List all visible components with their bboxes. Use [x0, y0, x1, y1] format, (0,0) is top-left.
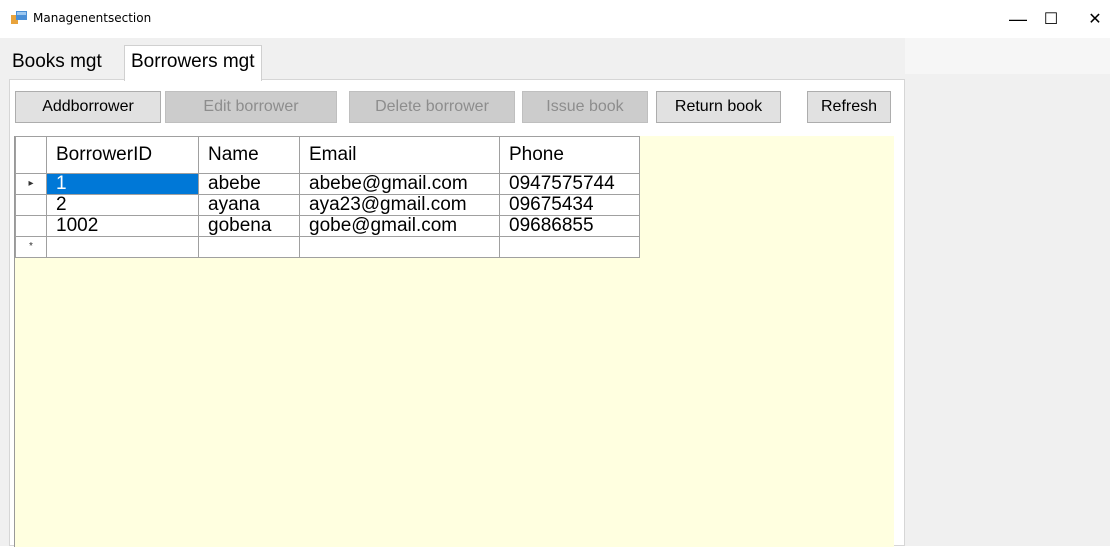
new-row[interactable]: * [15, 236, 640, 258]
new-cell-phone[interactable] [499, 236, 640, 258]
column-header-email[interactable]: Email [299, 136, 500, 174]
cell-phone[interactable]: 09686855 [499, 215, 640, 237]
delete-borrower-button[interactable]: Delete borrower [349, 91, 515, 123]
return-book-button[interactable]: Return book [656, 91, 781, 123]
column-header-phone[interactable]: Phone [499, 136, 640, 174]
borrowers-grid[interactable]: BorrowerID Name Email Phone ▸ 1 abebe ab… [14, 136, 894, 547]
tab-books-mgt[interactable]: Books mgt [8, 51, 106, 73]
borrowers-table: BorrowerID Name Email Phone ▸ 1 abebe ab… [15, 136, 640, 258]
cell-email[interactable]: aya23@gmail.com [299, 194, 500, 216]
new-cell-email[interactable] [299, 236, 500, 258]
row-header [15, 215, 47, 237]
cell-email[interactable]: gobe@gmail.com [299, 215, 500, 237]
right-panel-strip [905, 38, 1110, 74]
new-cell-name[interactable] [198, 236, 300, 258]
row-header-corner [15, 136, 47, 174]
title-bar: Managenentsection — ☐ ✕ [0, 0, 1110, 38]
cell-name[interactable]: gobena [198, 215, 300, 237]
cell-name[interactable]: ayana [198, 194, 300, 216]
tab-borrowers-mgt[interactable]: Borrowers mgt [124, 45, 262, 81]
client-area: Books mgt Borrowers mgt Addborrower Edit… [0, 38, 1110, 547]
new-row-asterisk-icon: * [15, 236, 47, 258]
borrowers-tab-page: Addborrower Edit borrower Delete borrowe… [9, 79, 905, 547]
add-borrower-button[interactable]: Addborrower [15, 91, 161, 123]
column-header-borrowerid[interactable]: BorrowerID [46, 136, 199, 174]
cell-phone[interactable]: 09675434 [499, 194, 640, 216]
issue-book-button[interactable]: Issue book [522, 91, 648, 123]
tab-strip: Books mgt Borrowers mgt [0, 38, 905, 81]
close-button[interactable]: ✕ [1072, 0, 1110, 38]
table-row[interactable]: 2 ayana aya23@gmail.com 09675434 [15, 194, 640, 216]
table-row[interactable]: ▸ 1 abebe abebe@gmail.com 0947575744 [15, 173, 640, 195]
column-header-name[interactable]: Name [198, 136, 300, 174]
maximize-button[interactable]: ☐ [1028, 0, 1074, 38]
current-row-indicator-icon: ▸ [15, 173, 47, 195]
refresh-button[interactable]: Refresh [807, 91, 891, 123]
new-cell-borrowerid[interactable] [46, 236, 199, 258]
cell-email[interactable]: abebe@gmail.com [299, 173, 500, 195]
cell-borrowerid[interactable]: 1 [46, 173, 199, 195]
header-row: BorrowerID Name Email Phone [15, 136, 640, 174]
right-empty-panel [905, 38, 1110, 546]
window-title: Managenentsection [33, 11, 152, 25]
table-row[interactable]: 1002 gobena gobe@gmail.com 09686855 [15, 215, 640, 237]
app-icon [11, 11, 27, 25]
row-header [15, 194, 47, 216]
cell-borrowerid[interactable]: 1002 [46, 215, 199, 237]
cell-phone[interactable]: 0947575744 [499, 173, 640, 195]
cell-borrowerid[interactable]: 2 [46, 194, 199, 216]
edit-borrower-button[interactable]: Edit borrower [165, 91, 337, 123]
cell-name[interactable]: abebe [198, 173, 300, 195]
